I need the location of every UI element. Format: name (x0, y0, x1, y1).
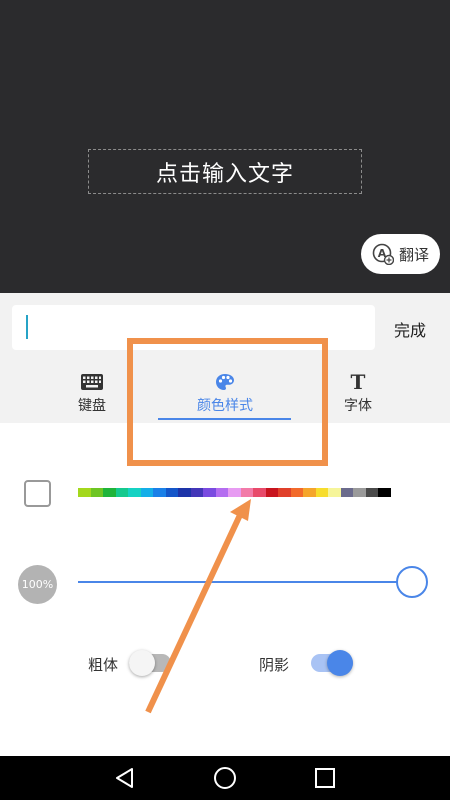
color-swatch-3[interactable] (103, 488, 116, 497)
color-swatch-20[interactable] (315, 488, 328, 497)
shadow-toggle[interactable] (311, 650, 353, 676)
color-swatch-16[interactable] (265, 488, 278, 497)
tab-keyboard[interactable]: 键盘 (60, 363, 124, 423)
keyboard-icon (81, 374, 103, 390)
text-placeholder: 点击输入文字 (155, 161, 294, 187)
bold-toggle-knob (129, 650, 155, 676)
color-swatch-6[interactable] (140, 488, 153, 497)
color-swatch-19[interactable] (303, 488, 316, 497)
color-swatch-15[interactable] (253, 488, 266, 497)
home-circle-icon[interactable] (213, 766, 237, 790)
opacity-slider-thumb[interactable] (396, 566, 428, 598)
background-checkbox[interactable] (24, 480, 51, 507)
text-preview-area: 点击输入文字 A 翻译 (0, 0, 450, 293)
selected-tab-indicator (158, 418, 291, 420)
color-swatch-23[interactable] (353, 488, 366, 497)
color-swatch-13[interactable] (228, 488, 241, 497)
color-swatch-12[interactable] (215, 488, 228, 497)
translate-label: 翻译 (398, 245, 429, 264)
opacity-slider-track[interactable] (78, 581, 412, 583)
color-swatch-17[interactable] (278, 488, 291, 497)
back-triangle-icon[interactable] (113, 766, 137, 790)
color-swatch-14[interactable] (240, 488, 253, 497)
color-swatch-25[interactable] (378, 488, 391, 497)
color-swatch-22[interactable] (340, 488, 353, 497)
tab-font-label: 字体 (344, 398, 372, 414)
color-swatch-7[interactable] (153, 488, 166, 497)
color-style-panel (0, 423, 450, 756)
done-button[interactable]: 完成 (394, 317, 426, 341)
color-swatch-4[interactable] (115, 488, 128, 497)
color-palette (78, 488, 391, 497)
tab-color-style-label: 颜色样式 (197, 398, 253, 414)
navigation-bar (0, 756, 450, 800)
color-swatch-2[interactable] (90, 488, 103, 497)
palette-icon (216, 374, 234, 390)
color-swatch-18[interactable] (290, 488, 303, 497)
translate-button[interactable]: A 翻译 (361, 234, 440, 274)
opacity-label: 100% (21, 578, 54, 591)
bold-toggle[interactable] (129, 650, 171, 676)
shadow-label: 阴影 (259, 656, 290, 674)
font-icon: T (350, 370, 366, 394)
text-placeholder-box[interactable]: 点击输入文字 (88, 149, 362, 194)
color-swatch-9[interactable] (178, 488, 191, 497)
input-row: 完成 (0, 293, 450, 363)
opacity-badge: 100% (18, 565, 57, 604)
color-swatch-21[interactable] (328, 488, 341, 497)
tab-font[interactable]: T 字体 (326, 363, 390, 423)
color-swatch-5[interactable] (128, 488, 141, 497)
text-input[interactable] (12, 305, 375, 350)
style-tabs: 键盘 颜色样式 T 字体 (0, 363, 450, 423)
color-swatch-8[interactable] (165, 488, 178, 497)
tab-keyboard-label: 键盘 (78, 398, 106, 414)
shadow-toggle-knob (327, 650, 353, 676)
recent-square-icon[interactable] (313, 766, 337, 790)
color-swatch-24[interactable] (365, 488, 378, 497)
color-swatch-1[interactable] (78, 488, 91, 497)
translate-icon: A (372, 243, 394, 265)
bold-label: 粗体 (88, 656, 119, 674)
color-swatch-11[interactable] (203, 488, 216, 497)
text-cursor (26, 315, 28, 339)
tab-color-style[interactable]: 颜色样式 (160, 363, 290, 423)
color-swatch-10[interactable] (190, 488, 203, 497)
